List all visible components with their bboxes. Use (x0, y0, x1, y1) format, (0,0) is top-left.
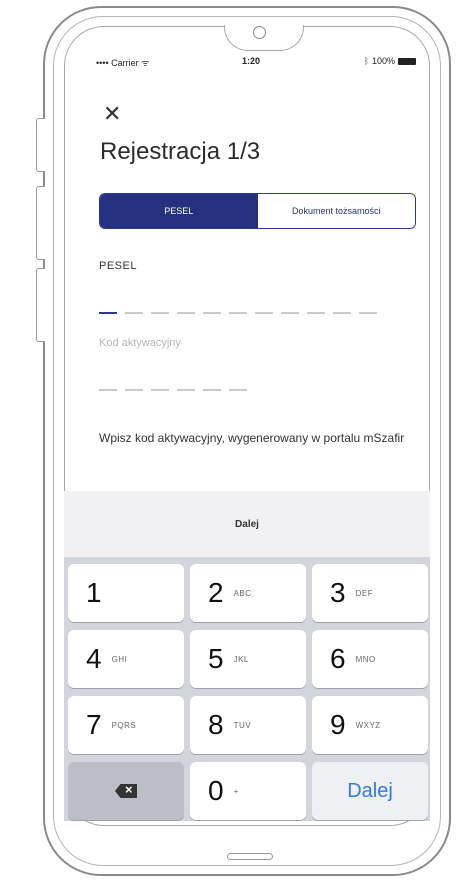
home-button[interactable] (227, 853, 273, 860)
activation-code-digit-slot (99, 389, 117, 391)
key-letters: JKL (233, 654, 249, 664)
pesel-label: PESEL (99, 260, 137, 272)
activation-code-digit-slot (203, 389, 221, 391)
key-digit: 3 (330, 577, 346, 608)
key-1[interactable]: 1 (68, 564, 184, 622)
key-letters: ABC (233, 588, 252, 598)
side-button-volume-up (36, 186, 45, 260)
key-2[interactable]: 2 ABC (190, 564, 306, 622)
key-0[interactable]: 0 + (190, 762, 306, 820)
page-title: Rejestracja 1/3 (100, 138, 261, 165)
key-letters: GHI (111, 654, 128, 664)
backspace-x-glyph: × (125, 782, 133, 797)
camera-icon (253, 26, 266, 39)
status-time: 1:20 (242, 56, 261, 66)
bluetooth-icon: ᛒ (363, 56, 369, 66)
activation-hint: Wpisz kod aktywacyjny, wygenerowany w po… (99, 431, 405, 445)
keyboard-toolbar: Dalej (64, 491, 430, 557)
pesel-digit-slot (151, 312, 169, 314)
key-8[interactable]: 8 TUV (190, 696, 306, 754)
status-bar: •••• Carrier ᯤ 1:20 ᛒ 100% (96, 56, 416, 72)
pesel-digit-slot (359, 312, 377, 314)
side-button-mute (36, 118, 45, 172)
pesel-digit-slot (255, 312, 273, 314)
pesel-input[interactable] (99, 312, 377, 314)
activation-code-digit-slot (125, 389, 143, 391)
pesel-digit-slot (203, 312, 221, 314)
key-digit: 1 (86, 577, 102, 608)
activation-code-digit-slot (151, 389, 169, 391)
key-letters: WXYZ (355, 720, 381, 730)
document-type-toggle: PESEL Dokument tożsamości (99, 193, 416, 229)
tab-pesel[interactable]: PESEL (100, 194, 258, 228)
key-4[interactable]: 4 GHI (68, 630, 184, 688)
pesel-digit-slot (281, 312, 299, 314)
key-digit: 2 (208, 577, 224, 608)
key-digit: 6 (330, 643, 346, 674)
pesel-digit-slot (99, 312, 117, 314)
toolbar-next-button[interactable]: Dalej (235, 519, 259, 530)
pesel-digit-slot (333, 312, 351, 314)
battery-percentage: 100% (371, 56, 395, 66)
key-9[interactable]: 9 WXYZ (312, 696, 428, 754)
battery-indicator: ᛒ 100% (364, 56, 416, 66)
pesel-digit-slot (307, 312, 325, 314)
key-letters: MNO (355, 654, 376, 664)
key-digit: 9 (330, 709, 346, 740)
key-digit: 0 (208, 775, 224, 806)
key-5[interactable]: 5 JKL (190, 630, 306, 688)
key-letters: DEF (355, 588, 374, 598)
activation-code-digit-slot (177, 389, 195, 391)
key-digit: 8 (208, 709, 224, 740)
tab-identity-document[interactable]: Dokument tożsamości (257, 194, 415, 228)
activation-code-input[interactable] (99, 389, 247, 391)
done-label: Dalej (347, 779, 393, 802)
key-digit: 7 (86, 709, 102, 740)
key-digit: 5 (208, 643, 224, 674)
pesel-digit-slot (177, 312, 195, 314)
close-icon[interactable]: ✕ (103, 103, 121, 125)
key-3[interactable]: 3 DEF (312, 564, 428, 622)
done-key[interactable]: Dalej (312, 762, 428, 820)
pesel-digit-slot (125, 312, 143, 314)
side-button-volume-down (36, 268, 45, 342)
activation-code-digit-slot (229, 389, 247, 391)
key-7[interactable]: 7 PQRS (68, 696, 184, 754)
key-letters: + (233, 786, 239, 796)
carrier-label: •••• Carrier ᯤ (96, 58, 150, 68)
pesel-digit-slot (229, 312, 247, 314)
key-letters: PQRS (111, 720, 137, 730)
key-letters: TUV (233, 720, 252, 730)
key-6[interactable]: 6 MNO (312, 630, 428, 688)
key-digit: 4 (86, 643, 102, 674)
activation-code-label: Kod aktywacyjny (99, 337, 181, 349)
battery-icon (398, 57, 416, 65)
backspace-icon: × (115, 784, 137, 798)
backspace-key[interactable]: × (68, 762, 184, 820)
